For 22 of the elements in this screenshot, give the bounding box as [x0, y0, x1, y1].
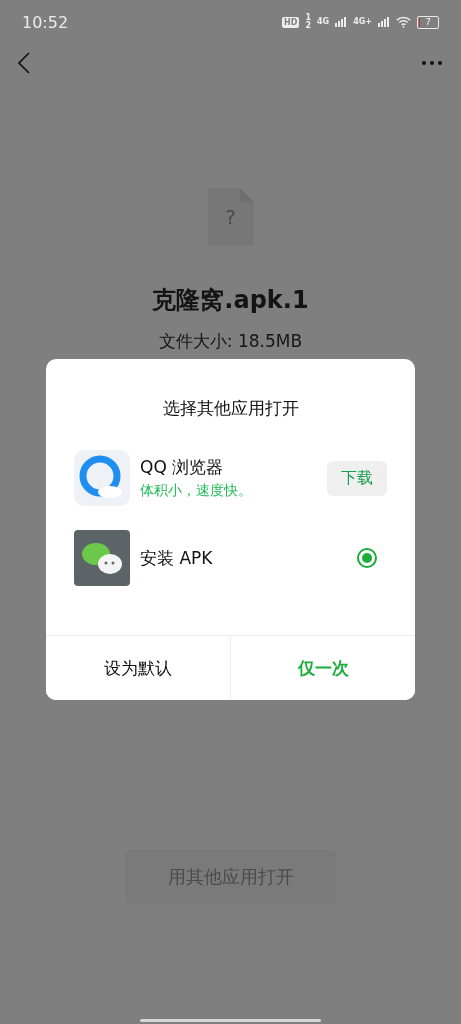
once-button[interactable]: 仅一次 [230, 636, 415, 700]
battery-percent: 7 [425, 17, 431, 27]
browser-logo-icon [74, 450, 130, 506]
chat-bubbles-icon [74, 530, 130, 586]
file-glyph: ? [225, 205, 236, 229]
signal-icon [378, 17, 390, 27]
network-label: 4G [317, 18, 330, 26]
wifi-icon [396, 16, 411, 28]
app-name: QQ 浏览器 [140, 456, 225, 479]
hd-badge: HD [282, 16, 300, 28]
file-size: 文件大小: 18.5MB [158, 330, 303, 353]
file-name: 克隆窝.apk.1 [152, 285, 309, 316]
radio-button[interactable] [357, 548, 377, 568]
network-label: 4G+ [353, 18, 372, 26]
sim-slot-label: 1 [305, 14, 311, 22]
app-tagline: 体积小，速度快。 [140, 482, 253, 500]
dialog-title: 选择其他应用打开 [161, 397, 300, 420]
status-time: 10:52 [22, 12, 69, 32]
app-name: 安装 APK [140, 546, 214, 570]
download-button[interactable]: 下载 [327, 460, 387, 496]
sim-slot-label: 2 [305, 22, 311, 30]
signal-icon [335, 17, 348, 27]
